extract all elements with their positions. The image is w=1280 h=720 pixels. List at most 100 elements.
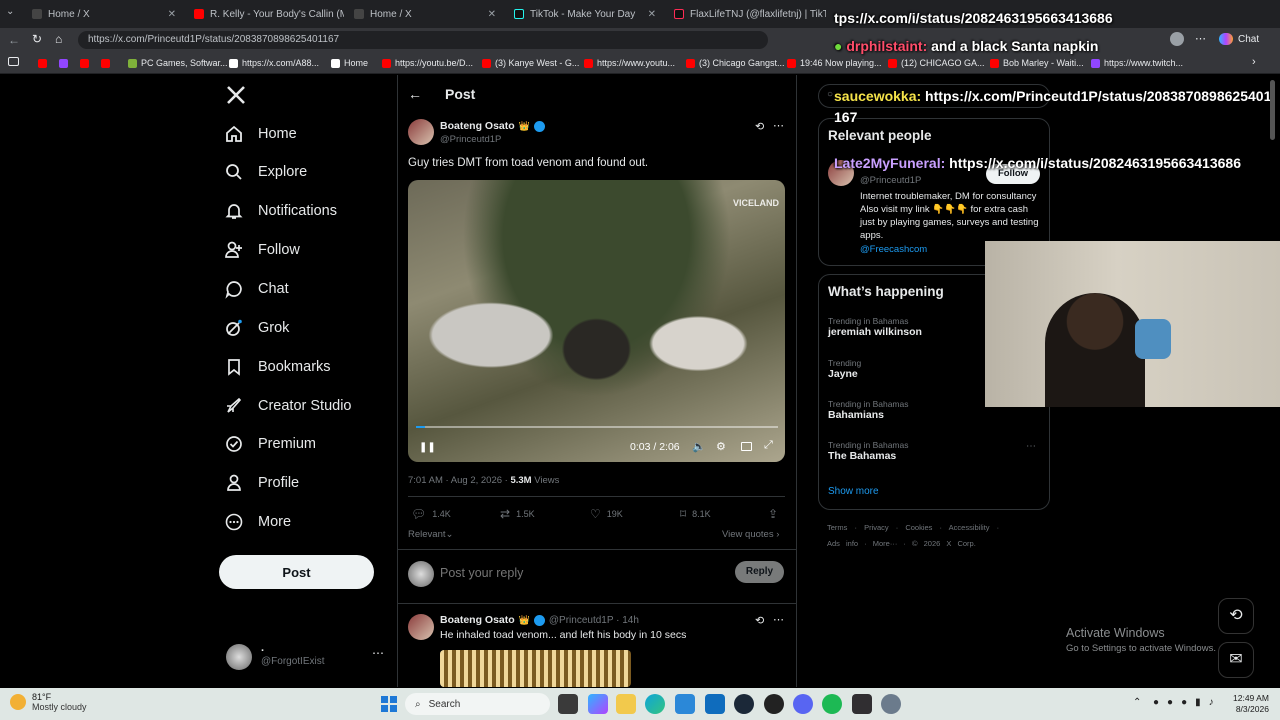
profile-avatar-icon[interactable] [1170, 32, 1184, 46]
file-explorer-icon[interactable] [616, 694, 636, 714]
volume-icon[interactable]: 🔈 [692, 440, 706, 453]
edge-icon[interactable] [645, 694, 665, 714]
bookmark-item[interactable]: (12) CHICAGO GA... [888, 55, 985, 71]
pip-icon[interactable] [741, 442, 752, 451]
reply-media-thumbnail[interactable] [440, 650, 631, 687]
bookmark-action[interactable]: ⌑ 8.1K [680, 507, 711, 521]
grok-post-icon[interactable]: ⟲ [755, 120, 764, 133]
fullscreen-icon[interactable]: ⤢ [764, 439, 773, 452]
bookmarks-overflow-icon[interactable]: › [1252, 56, 1256, 68]
chat-floating-button[interactable]: ✉ [1218, 642, 1254, 678]
settings-icon[interactable] [881, 694, 901, 714]
close-tab-icon[interactable]: ✕ [648, 9, 656, 20]
copilot-chat-label[interactable]: Chat [1238, 34, 1259, 45]
reply-author-avatar[interactable] [408, 614, 434, 640]
trend-item[interactable]: Trending Jayne [828, 358, 861, 380]
bookmark-item[interactable]: PC Games, Softwar... [128, 55, 228, 71]
nav-premium[interactable]: Premium [224, 426, 316, 462]
author-name-row[interactable]: Boateng Osato 👑 [440, 120, 545, 132]
reply-button[interactable]: Reply [735, 561, 784, 583]
view-quotes-link[interactable]: View quotes › [722, 529, 779, 540]
trend-item[interactable]: Trending in Bahamas The Bahamas [828, 440, 908, 462]
nav-creator-studio[interactable]: Creator Studio [224, 388, 352, 424]
trend-item[interactable]: Trending in Bahamas Bahamians [828, 399, 908, 421]
bookmark-item[interactable]: https://www.youtu... [584, 55, 675, 71]
task-view-icon[interactable] [558, 694, 578, 714]
account-switcher[interactable]: . @ForgotIExist ⋯ [226, 642, 384, 672]
bookmark-item[interactable]: https://www.twitch... [1091, 55, 1183, 71]
like-action[interactable]: ♡ 19K [590, 507, 623, 521]
tray-chevron-icon[interactable]: ⌃ [1133, 697, 1141, 708]
tab-flaxlife[interactable]: FlaxLifeTNJ (@flaxlifetnj) | TikTok✕ [666, 2, 826, 26]
youtube-bookmark-icon[interactable] [80, 58, 89, 68]
taskbar-search[interactable]: ⌕ Search [405, 693, 550, 715]
author-avatar[interactable] [408, 119, 434, 145]
pause-icon[interactable]: ❚❚ [419, 442, 436, 453]
copilot-icon[interactable] [1219, 33, 1233, 45]
bookmark-item[interactable]: Home [331, 55, 368, 71]
more-dots-icon[interactable]: ⋯ [372, 646, 384, 660]
x-logo-icon[interactable] [226, 85, 246, 105]
page-scrollbar[interactable] [1270, 80, 1275, 140]
person-handle[interactable]: @Princeutd1P [860, 175, 921, 186]
windows-start-icon[interactable] [381, 696, 397, 712]
show-more-link[interactable]: Show more [828, 486, 879, 497]
app-icon[interactable] [764, 694, 784, 714]
footer-links[interactable]: Terms · Privacy · Cookies · Accessibilit… [827, 523, 999, 532]
reply-input[interactable] [440, 563, 720, 583]
repost-action[interactable]: ⇄ 1.5K [500, 507, 535, 521]
grok-post-icon[interactable]: ⟲ [755, 614, 764, 627]
copilot-taskbar-icon[interactable] [588, 694, 608, 714]
tab-home-x[interactable]: Home / X ✕ [24, 2, 184, 26]
discord-icon[interactable] [793, 694, 813, 714]
share-action[interactable]: ⇪ [768, 507, 778, 521]
nav-notifications[interactable]: Notifications [224, 193, 337, 229]
obs-icon[interactable] [852, 694, 872, 714]
nav-more[interactable]: More [224, 504, 291, 540]
tab-list-icon[interactable]: ⌄ [6, 6, 14, 17]
tray-icons[interactable]: ●●●▮♪ [1153, 697, 1222, 708]
weather-widget[interactable]: 81°F Mostly cloudy [10, 692, 87, 712]
nav-home[interactable]: Home [224, 116, 297, 152]
youtube-bookmark-icon[interactable] [101, 58, 110, 68]
author-handle[interactable]: @Princeutd1P [440, 134, 501, 145]
bookmark-item[interactable]: 19:46 Now playing... [787, 55, 882, 71]
bookmark-item[interactable]: https://x.com/A88... [229, 55, 319, 71]
url-field[interactable]: https://x.com/Princeutd1P/status/2083870… [78, 31, 768, 49]
menu-icon[interactable]: ⋯ [1195, 32, 1206, 45]
trend-more-icon[interactable]: ⋯ [1026, 441, 1036, 452]
bookmark-icon[interactable] [59, 58, 68, 68]
nav-follow[interactable]: Follow [224, 232, 300, 268]
video-progress-track[interactable] [416, 426, 778, 428]
nav-chat[interactable]: Chat [224, 271, 289, 307]
nav-explore[interactable]: Explore [224, 154, 307, 190]
nav-profile[interactable]: Profile [224, 465, 299, 501]
reply-action[interactable]: 💬︎ 1.4K [411, 507, 451, 521]
post-button[interactable]: Post [219, 555, 374, 589]
bookmark-item[interactable]: https://youtu.be/D... [382, 55, 473, 71]
outlook-icon[interactable] [705, 694, 725, 714]
home-icon[interactable]: ⌂ [55, 32, 62, 46]
youtube-bookmark-icon[interactable] [38, 58, 47, 68]
bookmark-item[interactable]: (3) Chicago Gangst... [686, 55, 785, 71]
nav-bookmarks[interactable]: Bookmarks [224, 349, 331, 385]
reply-sort-dropdown[interactable]: Relevant⌄ [408, 529, 453, 540]
back-arrow-icon[interactable]: ← [408, 86, 422, 102]
back-icon[interactable]: ← [8, 33, 20, 47]
spotify-icon[interactable] [822, 694, 842, 714]
footer-links-2[interactable]: Ads info · More··· · © 2026 X Corp. [827, 539, 976, 548]
bio-link[interactable]: @Freecashcom [860, 244, 927, 255]
tab-rkelly[interactable]: R. Kelly - Your Body's Callin (Medi✕ [186, 2, 344, 26]
bookmark-item[interactable]: (3) Kanye West - G... [482, 55, 579, 71]
close-tab-icon[interactable]: ✕ [488, 9, 496, 20]
tab-home-x-2[interactable]: Home / X ✕ [346, 2, 504, 26]
post-more-icon[interactable]: ⋯ [773, 119, 784, 132]
store-icon[interactable] [675, 694, 695, 714]
reply-author-row[interactable]: Boateng Osato 👑 @Princeutd1P · 14h [440, 614, 639, 626]
nav-grok[interactable]: Grok [224, 310, 289, 346]
reply-more-icon[interactable]: ⋯ [773, 613, 784, 626]
clock[interactable]: 12:49 AM 8/3/2026 [1233, 693, 1269, 715]
grok-floating-button[interactable]: ⟲ [1218, 598, 1254, 634]
bookmark-item[interactable]: Bob Marley - Waiti... [990, 55, 1084, 71]
steam-icon[interactable] [734, 694, 754, 714]
